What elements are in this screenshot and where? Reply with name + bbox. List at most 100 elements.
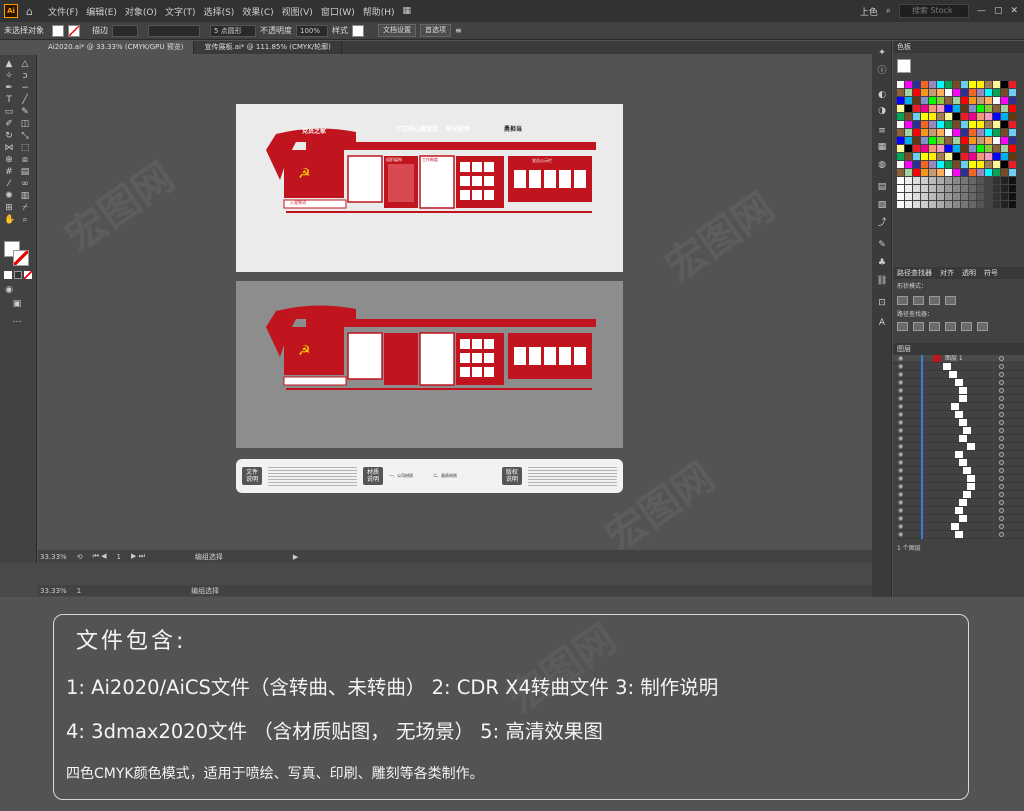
swatch-cell[interactable] bbox=[969, 161, 976, 168]
visibility-eye-icon[interactable]: ◉ bbox=[898, 451, 903, 459]
properties-icon[interactable]: ✦ bbox=[876, 47, 888, 59]
swatch-cell[interactable] bbox=[969, 177, 976, 184]
swatch-cell[interactable] bbox=[913, 145, 920, 152]
swatch-cell[interactable] bbox=[969, 201, 976, 208]
artboard-white[interactable]: ☭ 党员之家 不忘初心跟党走 牢记使命 勇担当 入党誓词 组织架构 工作制度 党… bbox=[236, 104, 623, 272]
swatch-cell[interactable] bbox=[961, 121, 968, 128]
target-circle-icon[interactable] bbox=[999, 532, 1004, 537]
swatch-cell[interactable] bbox=[937, 177, 944, 184]
swatch-cell[interactable] bbox=[905, 89, 912, 96]
eyedropper-tool-icon[interactable]: ⁄ bbox=[4, 179, 14, 189]
visibility-eye-icon[interactable]: ◉ bbox=[898, 379, 903, 387]
swatch-cell[interactable] bbox=[961, 161, 968, 168]
target-circle-icon[interactable] bbox=[999, 468, 1004, 473]
swatches-grid[interactable] bbox=[897, 81, 1016, 208]
swatch-cell[interactable] bbox=[929, 169, 936, 176]
swatch-cell[interactable] bbox=[953, 185, 960, 192]
swatch-cell[interactable] bbox=[945, 169, 952, 176]
swatch-cell[interactable] bbox=[1001, 113, 1008, 120]
swatch-cell[interactable] bbox=[953, 129, 960, 136]
swatch-cell[interactable] bbox=[929, 201, 936, 208]
menu-object[interactable]: 对象(O) bbox=[125, 5, 157, 18]
swatch-cell[interactable] bbox=[913, 185, 920, 192]
swatch-cell[interactable] bbox=[1009, 169, 1016, 176]
target-circle-icon[interactable] bbox=[999, 452, 1004, 457]
swatch-cell[interactable] bbox=[961, 81, 968, 88]
swatch-cell[interactable] bbox=[993, 185, 1000, 192]
character-icon[interactable]: A bbox=[876, 317, 888, 329]
artboard-nav[interactable]: ⏮ ◀ bbox=[93, 552, 107, 561]
visibility-eye-icon[interactable]: ◉ bbox=[898, 395, 903, 403]
swatch-cell[interactable] bbox=[929, 193, 936, 200]
target-circle-icon[interactable] bbox=[999, 444, 1004, 449]
layer-row[interactable]: ◉ bbox=[893, 515, 1024, 523]
swatch-cell[interactable] bbox=[921, 169, 928, 176]
layers-panel-tab[interactable]: 图层 bbox=[893, 343, 1024, 355]
swatch-cell[interactable] bbox=[977, 201, 984, 208]
layer-row[interactable]: ◉ bbox=[893, 499, 1024, 507]
swatch-cell[interactable] bbox=[913, 81, 920, 88]
swatch-cell[interactable] bbox=[913, 129, 920, 136]
swatch-cell[interactable] bbox=[945, 193, 952, 200]
swatch-cell[interactable] bbox=[1001, 137, 1008, 144]
swatch-cell[interactable] bbox=[937, 201, 944, 208]
visibility-eye-icon[interactable]: ◉ bbox=[898, 475, 903, 483]
layer-row[interactable]: ◉ bbox=[893, 451, 1024, 459]
swatch-cell[interactable] bbox=[985, 169, 992, 176]
tab-align[interactable]: 对齐 bbox=[940, 267, 954, 279]
layer-row[interactable]: ◉ bbox=[893, 419, 1024, 427]
swatch-cell[interactable] bbox=[905, 137, 912, 144]
swatch-cell[interactable] bbox=[905, 129, 912, 136]
swatch-cell[interactable] bbox=[905, 161, 912, 168]
swatch-cell[interactable] bbox=[945, 177, 952, 184]
links-icon[interactable]: ⛓ bbox=[876, 275, 888, 287]
swatch-cell[interactable] bbox=[953, 201, 960, 208]
swatch-cell[interactable] bbox=[1009, 129, 1016, 136]
swatch-cell[interactable] bbox=[1009, 137, 1016, 144]
swatch-cell[interactable] bbox=[913, 201, 920, 208]
zoom-tool-icon[interactable]: ⌕ bbox=[20, 215, 30, 225]
minus-front-icon[interactable] bbox=[913, 296, 924, 305]
swatch-cell[interactable] bbox=[953, 97, 960, 104]
free-transform-tool-icon[interactable]: ⬚ bbox=[20, 143, 30, 153]
layer-row[interactable]: ◉ bbox=[893, 475, 1024, 483]
target-circle-icon[interactable] bbox=[999, 356, 1004, 361]
swatch-cell[interactable] bbox=[1009, 153, 1016, 160]
swatch-cell[interactable] bbox=[977, 97, 984, 104]
swatch-cell[interactable] bbox=[977, 105, 984, 112]
swatch-cell[interactable] bbox=[985, 153, 992, 160]
swatch-cell[interactable] bbox=[977, 185, 984, 192]
swatch-cell[interactable] bbox=[961, 153, 968, 160]
swatch-cell[interactable] bbox=[969, 153, 976, 160]
layer-row[interactable]: ◉ bbox=[893, 483, 1024, 491]
swatch-cell[interactable] bbox=[1001, 169, 1008, 176]
swatch-cell[interactable] bbox=[905, 121, 912, 128]
swatch-cell[interactable] bbox=[921, 145, 928, 152]
swatch-cell[interactable] bbox=[969, 185, 976, 192]
menu-help[interactable]: 帮助(H) bbox=[363, 5, 395, 18]
visibility-eye-icon[interactable]: ◉ bbox=[898, 363, 903, 371]
swatch-cell[interactable] bbox=[929, 153, 936, 160]
swatch-cell[interactable] bbox=[993, 105, 1000, 112]
hand-tool-icon[interactable]: ✋ bbox=[4, 215, 15, 225]
swatch-cell[interactable] bbox=[985, 201, 992, 208]
swatch-cell[interactable] bbox=[897, 161, 904, 168]
swatch-cell[interactable] bbox=[985, 89, 992, 96]
exclude-icon[interactable] bbox=[945, 296, 956, 305]
swatch-cell[interactable] bbox=[929, 105, 936, 112]
zoom-level-secondary[interactable]: 33.33% bbox=[40, 587, 67, 595]
paintbrush-tool-icon[interactable]: ✎ bbox=[20, 107, 30, 117]
mesh-tool-icon[interactable]: # bbox=[4, 167, 14, 177]
target-circle-icon[interactable] bbox=[999, 380, 1004, 385]
swatches-panel-tab[interactable]: 色板 bbox=[893, 41, 1024, 53]
swatch-cell[interactable] bbox=[945, 113, 952, 120]
swatch-cell[interactable] bbox=[897, 105, 904, 112]
swatch-cell[interactable] bbox=[1001, 97, 1008, 104]
swatch-cell[interactable] bbox=[945, 89, 952, 96]
target-circle-icon[interactable] bbox=[999, 420, 1004, 425]
selection-tool-icon[interactable]: ▲ bbox=[4, 59, 14, 69]
swatch-cell[interactable] bbox=[1009, 89, 1016, 96]
swatch-cell[interactable] bbox=[921, 97, 928, 104]
target-circle-icon[interactable] bbox=[999, 460, 1004, 465]
swatch-cell[interactable] bbox=[953, 145, 960, 152]
